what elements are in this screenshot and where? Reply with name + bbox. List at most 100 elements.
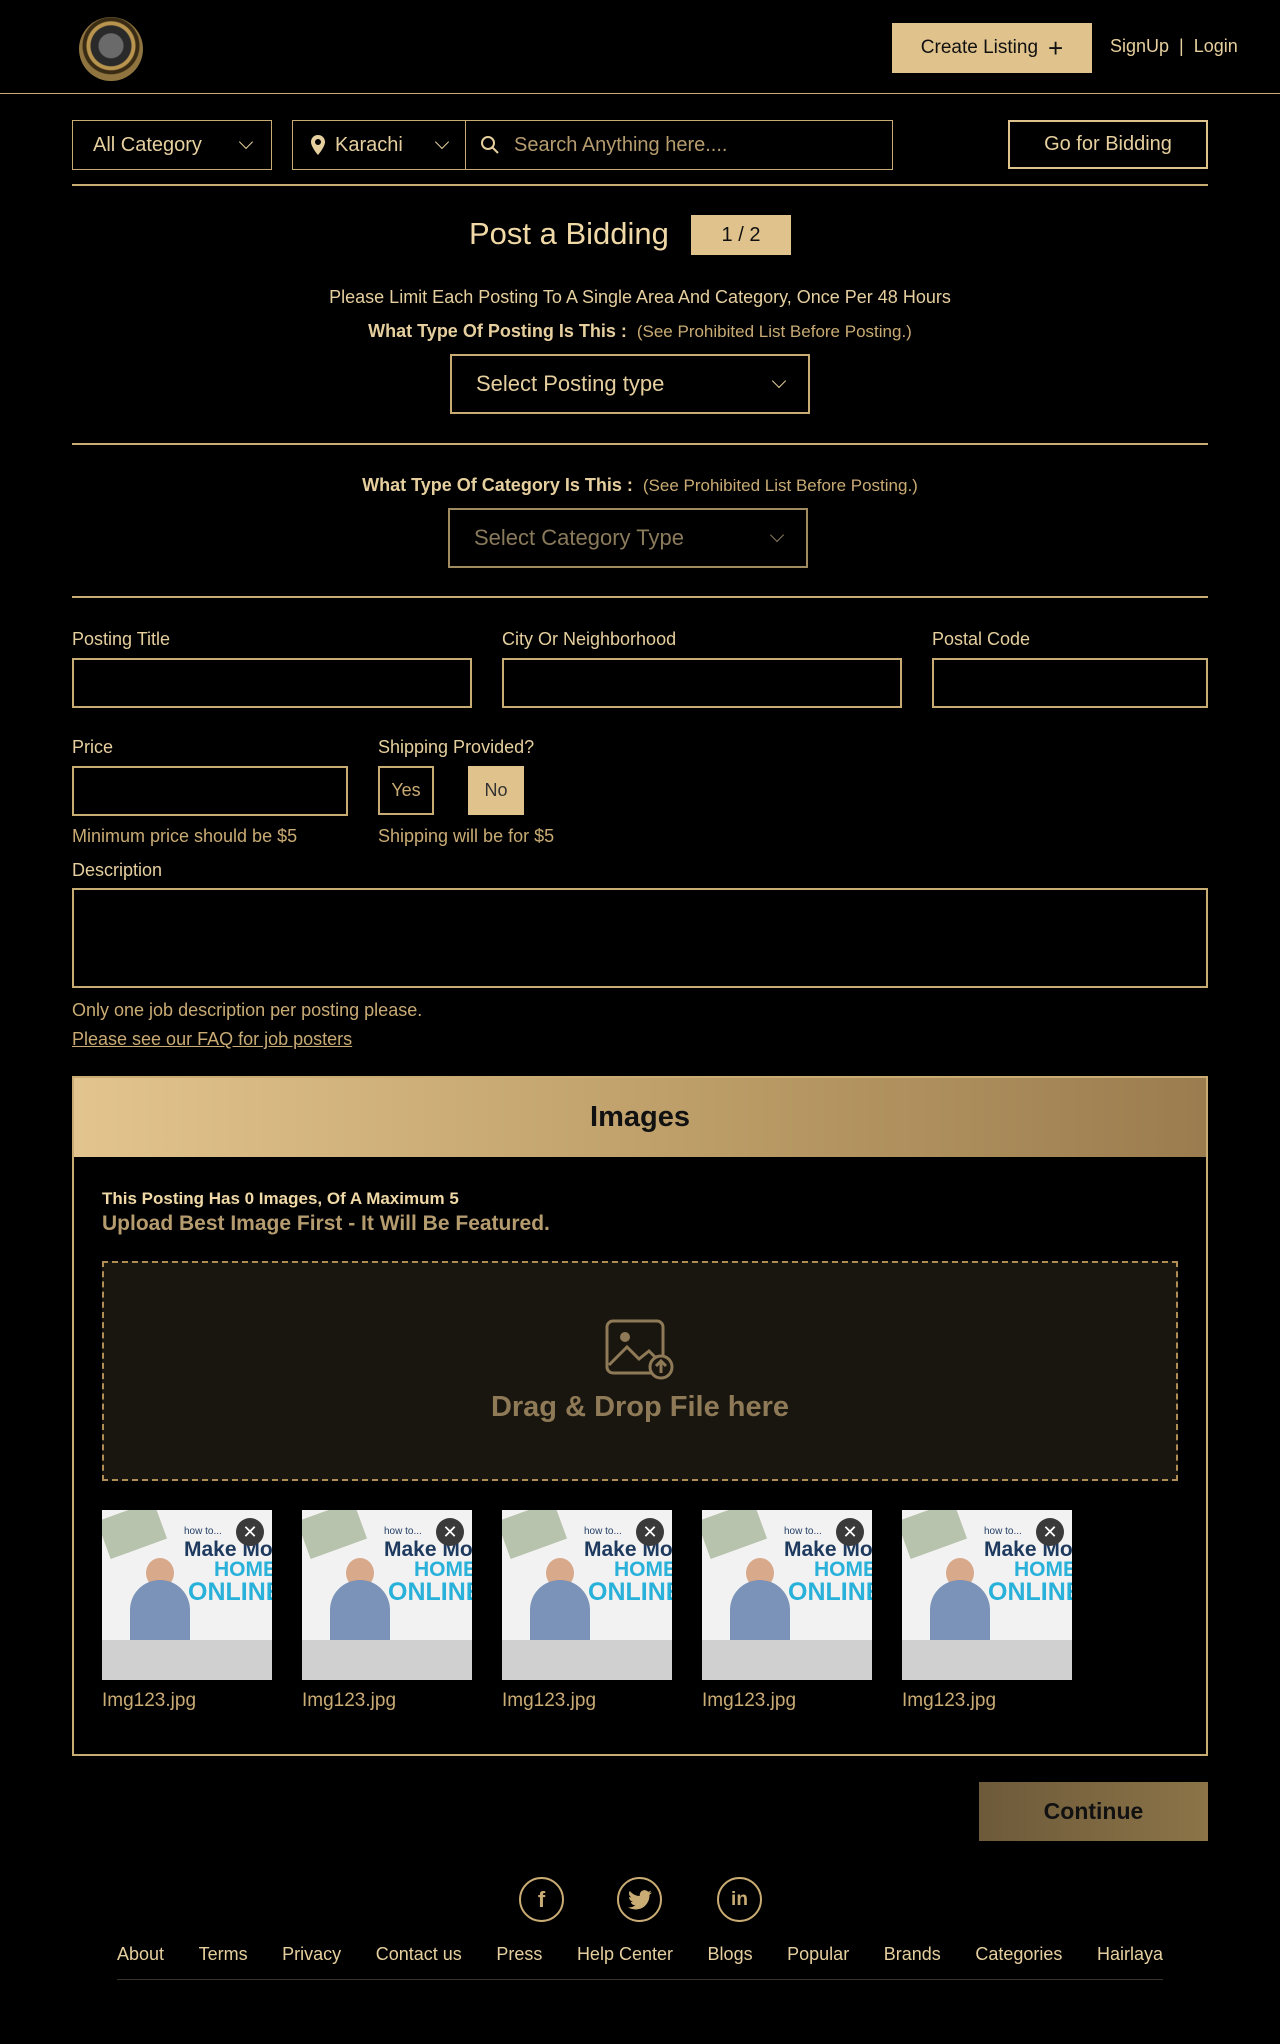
desk-graphic	[702, 1640, 872, 1680]
category-type-select[interactable]: Select Category Type	[448, 508, 808, 568]
facebook-icon[interactable]: f	[519, 1877, 564, 1922]
go-for-bidding-button[interactable]: Go for Bidding	[1008, 120, 1208, 169]
category-select[interactable]: All Category	[72, 120, 272, 170]
twitter-icon[interactable]	[617, 1877, 662, 1922]
image-thumbnail[interactable]: how to...Make MoHOMEONLINE✕	[102, 1510, 272, 1680]
desk-graphic	[102, 1640, 272, 1680]
footer-links: About Terms Privacy Contact us Press Help Cen…	[117, 1944, 1163, 1965]
location-pin-icon	[311, 135, 325, 155]
footer-link-hairlaya[interactable]: Hairlaya	[1097, 1944, 1163, 1965]
site-logo[interactable]	[79, 17, 143, 81]
location-search-group: Karachi Search Anything here....	[292, 120, 893, 170]
posting-type-select[interactable]: Select Posting type	[450, 354, 810, 414]
continue-button[interactable]: Continue	[979, 1782, 1208, 1841]
close-icon[interactable]: ✕	[1036, 1518, 1064, 1546]
page-title: Post a Bidding	[469, 216, 669, 251]
chevron-down-icon	[238, 134, 254, 150]
image-thumbnail[interactable]: how to...Make MoHOMEONLINE✕	[702, 1510, 872, 1680]
posting-title-input[interactable]	[72, 658, 472, 708]
faq-link[interactable]: Please see our FAQ for job posters	[72, 1029, 352, 1050]
desk-graphic	[502, 1640, 672, 1680]
chevron-down-icon	[771, 373, 787, 389]
footer-link-terms[interactable]: Terms	[199, 1944, 248, 1965]
category-type-hint: (See Prohibited List Before Posting.)	[642, 476, 918, 495]
image-dropzone[interactable]: Drag & Drop File here	[102, 1261, 1178, 1481]
step-badge: 1 / 2	[691, 215, 791, 255]
description-note: Only one job description per posting ple…	[72, 1000, 423, 1020]
create-listing-button[interactable]: Create Listing +	[892, 23, 1092, 73]
thumb-howto-text: how to...	[984, 1526, 1022, 1537]
footer-link-help-center[interactable]: Help Center	[577, 1944, 673, 1965]
images-heading: Images	[74, 1078, 1206, 1157]
image-filename: Img123.jpg	[302, 1690, 397, 1711]
thumb-online-text: ONLINE	[988, 1578, 1072, 1606]
plus-icon: +	[1048, 33, 1064, 63]
chevron-down-icon	[769, 527, 785, 543]
desk-graphic	[902, 1640, 1072, 1680]
description-label: Description	[72, 860, 163, 880]
divider	[72, 596, 1208, 598]
footer-link-about[interactable]: About	[117, 1944, 164, 1965]
footer-divider	[117, 1979, 1163, 1980]
posting-type-hint: (See Prohibited List Before Posting.)	[636, 322, 912, 341]
image-filename: Img123.jpg	[902, 1690, 997, 1711]
shipping-yes-button[interactable]: Yes	[378, 766, 434, 815]
site-header: Create Listing + SignUp | Login	[0, 0, 1280, 94]
close-icon[interactable]: ✕	[236, 1518, 264, 1546]
shipping-no-button[interactable]: No	[468, 766, 524, 815]
divider	[72, 184, 1208, 186]
dropzone-text: Drag & Drop File here	[490, 1390, 790, 1423]
image-thumbnail[interactable]: how to...Make MoHOMEONLINE✕	[302, 1510, 472, 1680]
money-graphic	[302, 1510, 368, 1560]
category-select-value: All Category	[93, 133, 202, 156]
thumb-howto-text: how to...	[584, 1526, 622, 1537]
money-graphic	[902, 1510, 968, 1560]
footer-link-press[interactable]: Press	[496, 1944, 542, 1965]
price-label: Price	[72, 737, 114, 757]
close-icon[interactable]: ✕	[436, 1518, 464, 1546]
image-upload-icon	[605, 1319, 674, 1379]
create-listing-label: Create Listing	[920, 37, 1039, 58]
footer-link-privacy[interactable]: Privacy	[282, 1944, 341, 1965]
footer-link-categories[interactable]: Categories	[975, 1944, 1062, 1965]
chevron-down-icon	[434, 134, 450, 150]
shipping-helper: Shipping will be for $5	[378, 826, 555, 846]
linkedin-icon[interactable]: in	[717, 1877, 762, 1922]
money-graphic	[702, 1510, 768, 1560]
postal-code-input[interactable]	[932, 658, 1208, 708]
search-icon	[481, 136, 499, 154]
description-textarea[interactable]	[72, 888, 1208, 988]
images-panel: Images This Posting Has 0 Images, Of A M…	[72, 1076, 1208, 1756]
divider	[72, 443, 1208, 445]
thumb-howto-text: how to...	[184, 1526, 222, 1537]
footer-link-popular[interactable]: Popular	[787, 1944, 849, 1965]
image-filename: Img123.jpg	[502, 1690, 597, 1711]
price-input[interactable]	[72, 766, 348, 816]
image-thumbnail[interactable]: how to...Make MoHOMEONLINE✕	[902, 1510, 1072, 1680]
image-thumbnail[interactable]: how to...Make MoHOMEONLINE✕	[502, 1510, 672, 1680]
thumb-online-text: ONLINE	[388, 1578, 472, 1606]
postal-code-label: Postal Code	[932, 629, 1031, 649]
posting-title-label: Posting Title	[72, 629, 171, 649]
category-type-question: What Type Of Category Is This : (See Pro…	[0, 475, 1280, 496]
close-icon[interactable]: ✕	[636, 1518, 664, 1546]
money-graphic	[502, 1510, 568, 1560]
footer-link-contact-us[interactable]: Contact us	[376, 1944, 462, 1965]
category-type-select-value: Select Category Type	[474, 525, 684, 550]
thumb-online-text: ONLINE	[788, 1578, 872, 1606]
thumb-howto-text: how to...	[384, 1526, 422, 1537]
image-filename: Img123.jpg	[102, 1690, 197, 1711]
footer-link-brands[interactable]: Brands	[884, 1944, 941, 1965]
price-helper: Minimum price should be $5	[72, 826, 298, 846]
login-link[interactable]: Login	[1194, 36, 1238, 57]
location-select[interactable]: Karachi	[293, 121, 466, 169]
thumb-online-text: ONLINE	[188, 1578, 272, 1606]
close-icon[interactable]: ✕	[836, 1518, 864, 1546]
search-placeholder: Search Anything here....	[514, 133, 728, 156]
signup-link[interactable]: SignUp	[1110, 36, 1169, 57]
search-input[interactable]: Search Anything here....	[466, 121, 892, 169]
footer-link-blogs[interactable]: Blogs	[708, 1944, 753, 1965]
auth-links: SignUp | Login	[1110, 36, 1238, 57]
city-input[interactable]	[502, 658, 902, 708]
shipping-label: Shipping Provided?	[378, 737, 535, 757]
